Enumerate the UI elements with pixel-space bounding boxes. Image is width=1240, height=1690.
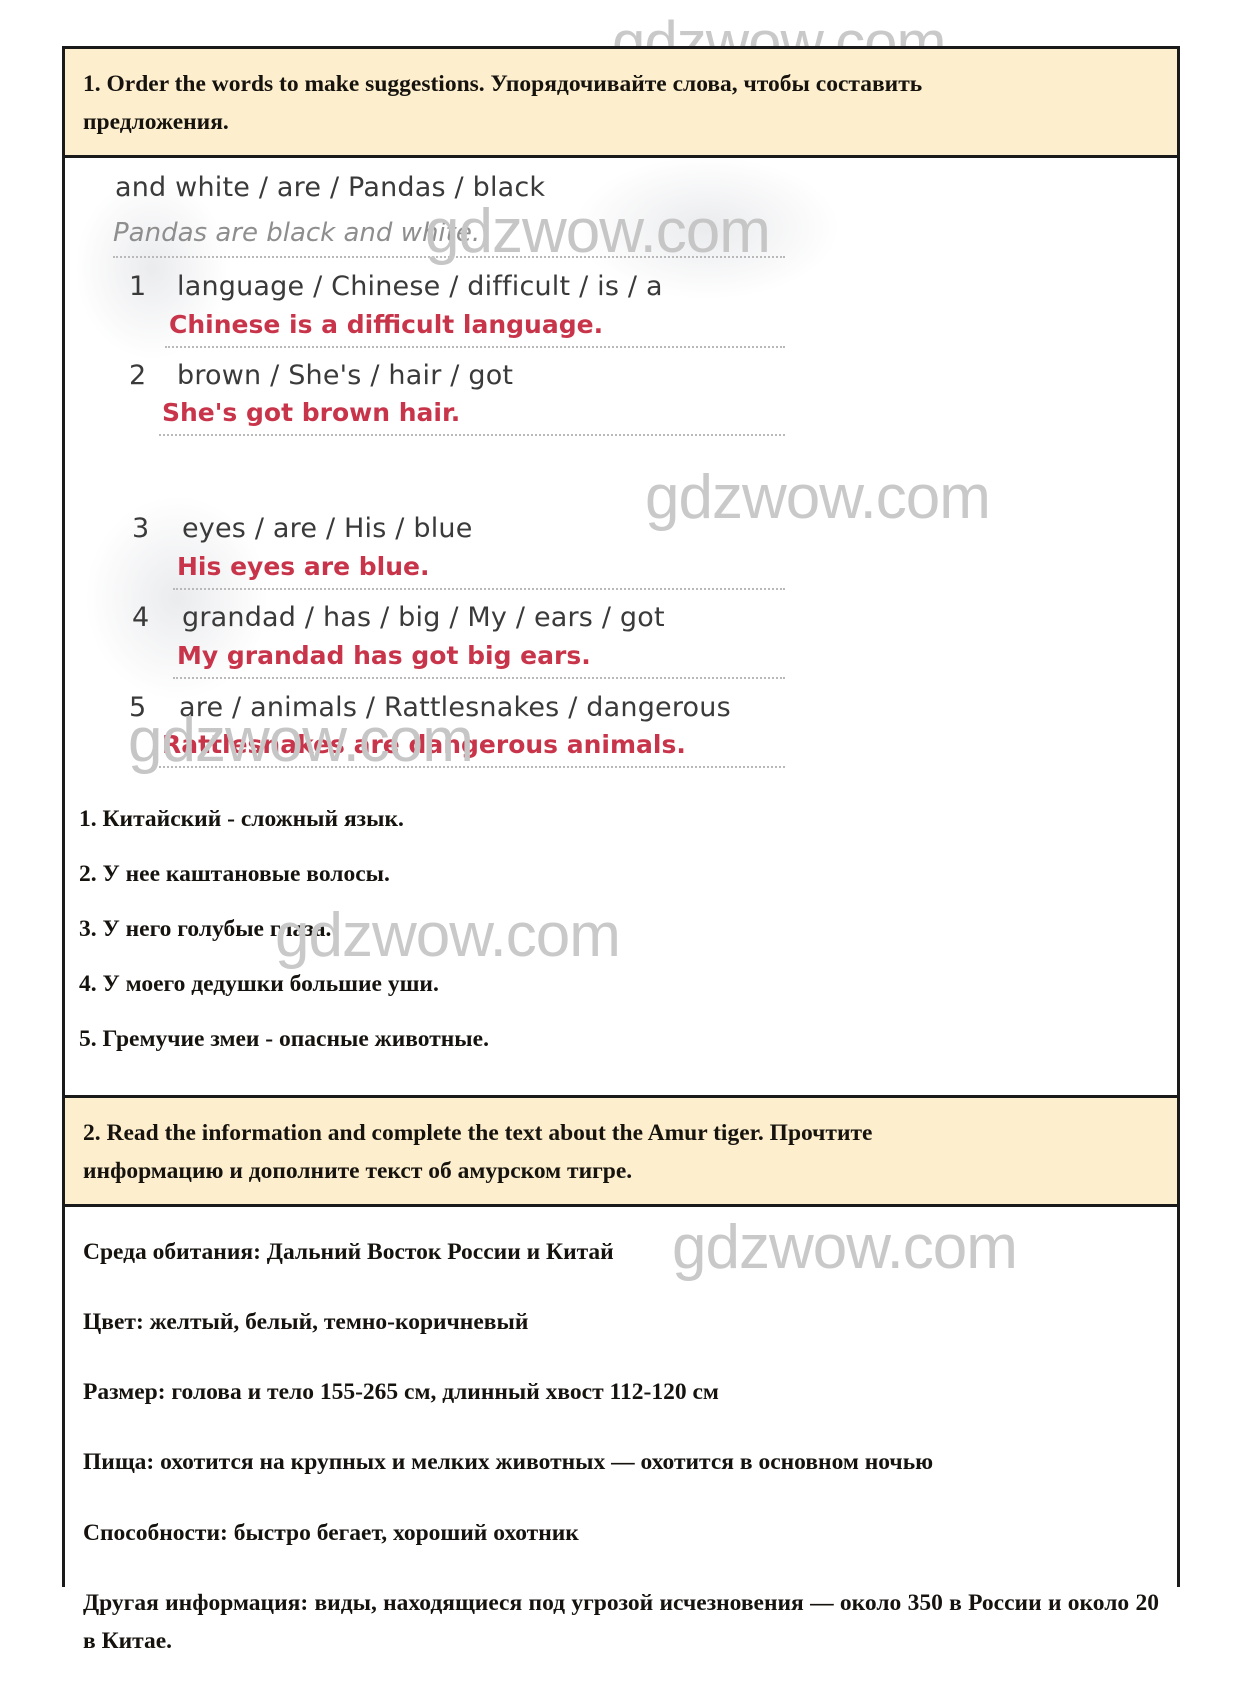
- tiger-fact-other: Другая информация: виды, находящиеся под…: [83, 1589, 1159, 1654]
- scan-example-answer: Pandas are black and white.: [113, 218, 481, 249]
- scan-item-answer: His eyes are blue.: [177, 552, 430, 582]
- scan-answer-rule: [173, 677, 785, 680]
- scan-item-answer: My grandad has got big ears.: [177, 641, 591, 671]
- scan-answer-rule: [159, 434, 785, 437]
- tiger-fact-food: Пища: охотится на крупных и мелких живот…: [83, 1449, 934, 1476]
- scan-answer-rule: [159, 766, 785, 769]
- scan-item-answer: Chinese is a difficult language.: [169, 310, 604, 340]
- exercise-2-heading-line-2: информацию и дополните текст об амурском…: [83, 1158, 633, 1185]
- scan-item-prompt: brown / She's / hair / got: [177, 360, 514, 392]
- scan-answer-rule: [113, 256, 785, 259]
- scan-item-answer: She's got brown hair.: [162, 398, 461, 428]
- scan-answer-rule: [173, 588, 785, 591]
- scanned-exercise-image: and white / are / Pandas / black Pandas …: [77, 158, 837, 788]
- scan-item-number: 5: [129, 692, 147, 724]
- scan-item-number: 4: [132, 602, 150, 634]
- translation-item: 4. У моего дедушки большие уши.: [79, 971, 439, 998]
- translation-item: 3. У него голубые глаза.: [79, 916, 332, 943]
- exercise-2-heading-line-1: 2. Read the information and complete the…: [83, 1120, 873, 1147]
- exercise-1-heading-band: 1. Order the words to make suggestions. …: [65, 49, 1177, 159]
- scan-example-prompt: and white / are / Pandas / black: [115, 172, 546, 204]
- tiger-fact-colour: Цвет: желтый, белый, темно-коричневый: [83, 1309, 529, 1336]
- tiger-facts-list: Среда обитания: Дальний Восток России и …: [65, 1207, 1177, 1689]
- scan-item-answer: Rattlesnakes are dangerous animals.: [162, 730, 686, 760]
- exercise-1-heading-line-2: предложения.: [83, 109, 229, 136]
- scan-answer-rule: [165, 346, 785, 349]
- scan-item-prompt: grandad / has / big / My / ears / got: [182, 602, 665, 634]
- scan-item-prompt: language / Chinese / difficult / is / a: [177, 271, 663, 303]
- worksheet-table: 1. Order the words to make suggestions. …: [62, 46, 1180, 1690]
- scan-item-prompt: eyes / are / His / blue: [182, 513, 473, 545]
- tiger-fact-abilities: Способности: быстро бегает, хороший охот…: [83, 1519, 579, 1546]
- tiger-fact-size: Размер: голова и тело 155-265 см, длинны…: [83, 1379, 719, 1406]
- scan-item-number: 3: [132, 513, 150, 545]
- exercise-1-translations-list: 1. Китайский - сложный язык. 2. У нее ка…: [65, 806, 1177, 1095]
- exercise-2-heading-band: 2. Read the information and complete the…: [65, 1098, 1177, 1208]
- scan-item-number: 2: [129, 360, 147, 392]
- exercise-2-body: Среда обитания: Дальний Восток России и …: [65, 1207, 1177, 1690]
- translation-item: 5. Гремучие змеи - опасные животные.: [79, 1026, 489, 1053]
- tiger-fact-habitat: Среда обитания: Дальний Восток России и …: [83, 1239, 614, 1266]
- exercise-1-heading-line-1: 1. Order the words to make suggestions. …: [83, 71, 923, 97]
- translation-item: 2. У нее каштановые волосы.: [79, 861, 390, 888]
- translation-item: 1. Китайский - сложный язык.: [79, 806, 404, 833]
- scan-item-number: 1: [129, 271, 147, 303]
- scan-item-prompt: are / animals / Rattlesnakes / dangerous: [179, 692, 731, 724]
- exercise-1-body: and white / are / Pandas / black Pandas …: [65, 158, 1177, 1099]
